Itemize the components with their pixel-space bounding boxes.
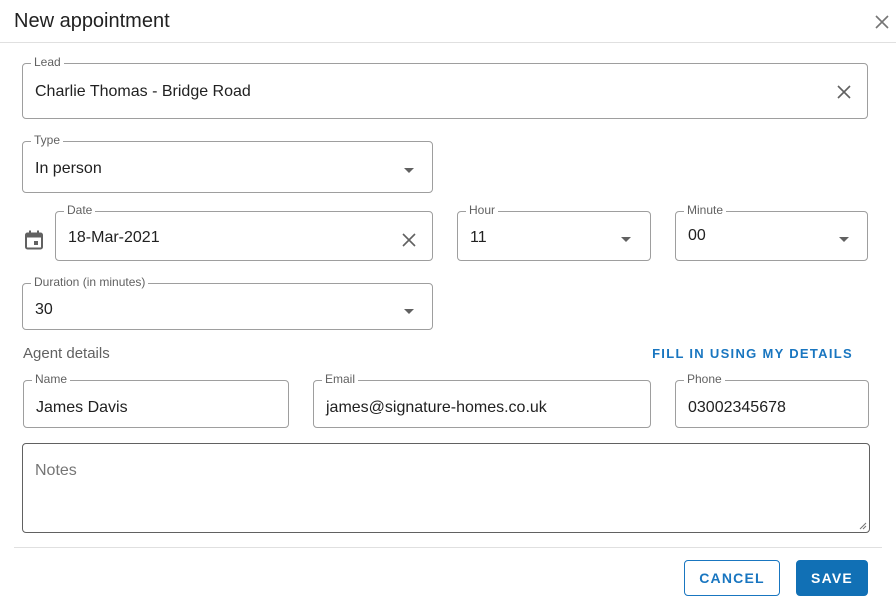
type-select[interactable]: Type In person [22,133,433,193]
type-value: In person [35,160,102,177]
hour-select[interactable]: Hour 11 [457,203,651,261]
footer-divider [14,547,882,548]
agent-details-heading: Agent details [23,345,110,362]
agent-name-value: James Davis [36,399,128,416]
chevron-down-icon[interactable] [621,237,631,242]
agent-email-value: james@signature-homes.co.uk [326,399,547,416]
clear-icon[interactable] [400,231,418,249]
hour-label: Hour [466,203,499,217]
minute-label: Minute [684,203,727,217]
date-label: Date [64,203,96,217]
fill-in-details-link[interactable]: FILL IN USING MY DETAILS [652,346,853,361]
lead-value: Charlie Thomas - Bridge Road [35,83,251,100]
clear-icon[interactable] [835,83,853,101]
type-label: Type [31,133,64,147]
agent-email-field[interactable]: Email james@signature-homes.co.uk [313,372,651,428]
duration-label: Duration (in minutes) [31,275,149,289]
minute-value: 00 [688,227,706,244]
chevron-down-icon[interactable] [839,237,849,242]
dialog-title: New appointment [14,10,170,32]
duration-value: 30 [35,301,53,318]
date-field[interactable]: Date 18-Mar-2021 [55,203,433,261]
agent-name-field[interactable]: Name James Davis [23,372,289,428]
notes-placeholder: Notes [35,462,77,479]
resize-handle-icon[interactable] [857,520,867,530]
close-icon[interactable] [872,12,892,32]
agent-name-label: Name [32,372,71,386]
agent-phone-field[interactable]: Phone 03002345678 [675,372,869,428]
save-button[interactable]: SAVE [796,560,868,596]
hour-value: 11 [470,229,487,246]
lead-label: Lead [31,55,64,69]
notes-textarea[interactable]: Notes [22,443,870,533]
duration-select[interactable]: Duration (in minutes) 30 [22,275,433,330]
calendar-icon[interactable] [24,230,44,250]
chevron-down-icon[interactable] [404,309,414,314]
lead-field[interactable]: Lead Charlie Thomas - Bridge Road [22,55,868,119]
agent-email-label: Email [322,372,359,386]
agent-phone-label: Phone [684,372,725,386]
agent-phone-value: 03002345678 [688,399,786,416]
chevron-down-icon[interactable] [404,168,414,173]
date-value: 18-Mar-2021 [68,229,160,246]
minute-select[interactable]: Minute 00 [675,203,868,261]
cancel-button[interactable]: CANCEL [684,560,780,596]
header-divider [0,42,896,43]
